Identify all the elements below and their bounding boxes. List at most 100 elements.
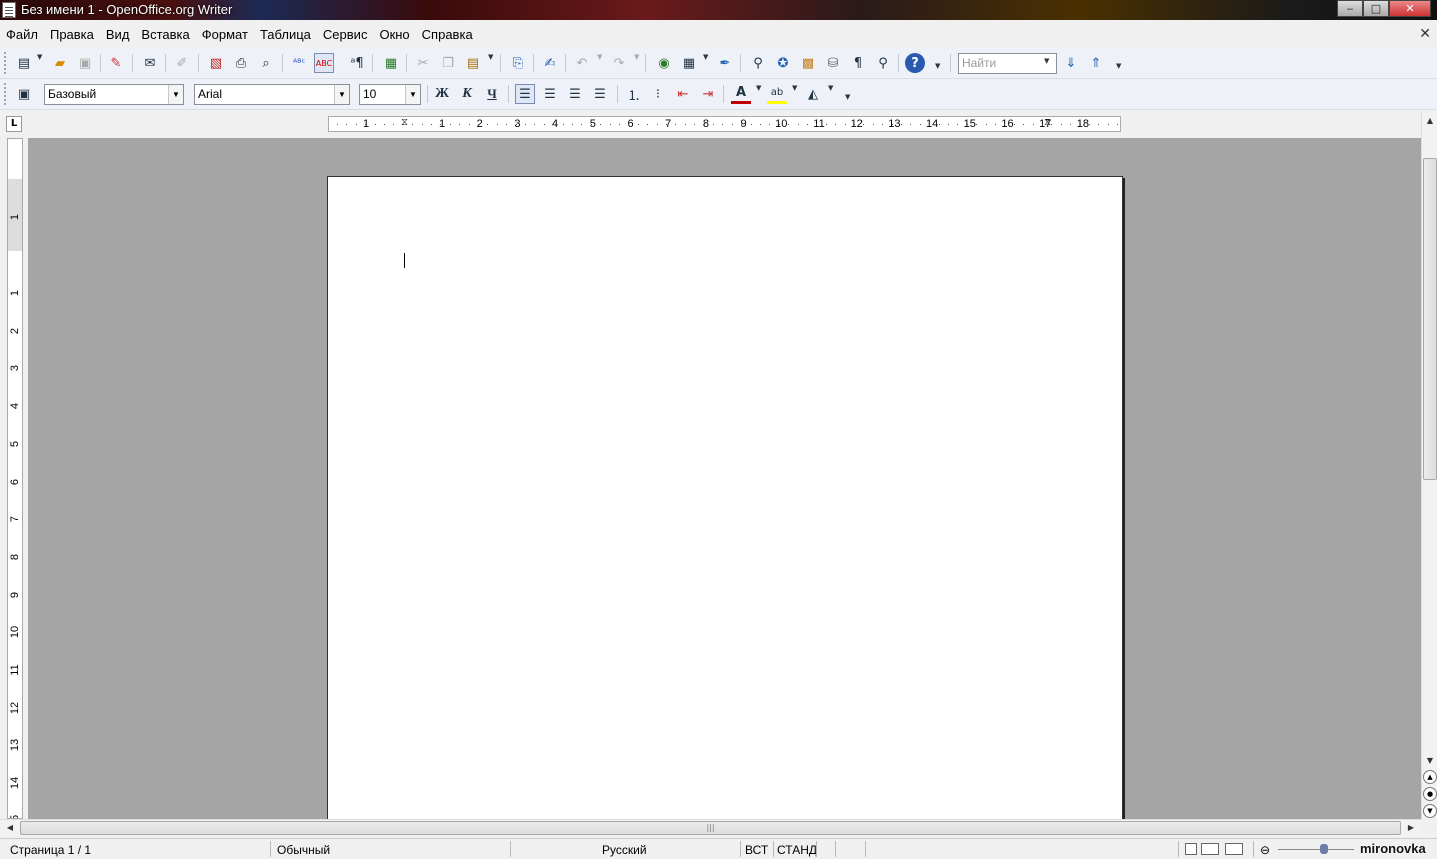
nonprinting-characters-icon[interactable]: ¶ bbox=[848, 53, 868, 73]
find-replace-icon[interactable]: ⚲ bbox=[748, 53, 768, 73]
redo-icon[interactable]: ↷ bbox=[609, 53, 629, 73]
zoom-slider-track[interactable] bbox=[1278, 849, 1354, 850]
navigation-icon[interactable]: ● bbox=[1423, 787, 1437, 801]
document-page[interactable] bbox=[327, 176, 1123, 819]
align-left-icon[interactable]: ☰ bbox=[515, 84, 535, 104]
align-justify-icon[interactable]: ☰ bbox=[590, 84, 610, 104]
page-preview-icon[interactable]: ⌕ bbox=[256, 53, 276, 73]
help-icon[interactable]: ? bbox=[905, 53, 925, 73]
chevron-down-icon[interactable]: ▼ bbox=[168, 85, 183, 104]
horizontal-scroll-thumb[interactable]: ||| bbox=[20, 821, 1401, 835]
maximize-button[interactable]: □ bbox=[1363, 0, 1389, 17]
chevron-down-icon[interactable]: ▼ bbox=[334, 85, 349, 104]
right-indent-marker-icon[interactable]: ⧖ bbox=[1044, 117, 1051, 128]
chevron-down-icon[interactable]: ▼ bbox=[828, 84, 833, 92]
chevron-down-icon[interactable]: ▼ bbox=[634, 53, 639, 61]
chevron-down-icon[interactable]: ▼ bbox=[405, 85, 420, 104]
page-count[interactable]: Страница 1 / 1 bbox=[10, 843, 91, 857]
menu-insert[interactable]: Вставка bbox=[141, 27, 189, 42]
zoom-slider-knob[interactable] bbox=[1320, 844, 1328, 854]
decrease-indent-icon[interactable]: ⇤ bbox=[673, 84, 693, 104]
scroll-left-icon[interactable]: ◀ bbox=[3, 821, 17, 835]
undo-icon[interactable]: ↶ bbox=[572, 53, 592, 73]
horizontal-scrollbar[interactable]: ◀ ||| ▶ bbox=[0, 819, 1421, 836]
new-document-icon[interactable]: ▤ bbox=[14, 53, 34, 73]
find-next-icon[interactable]: ⇓ bbox=[1061, 53, 1081, 73]
close-window-button[interactable]: ✕ bbox=[1389, 0, 1431, 17]
book-view-icon[interactable] bbox=[1225, 843, 1243, 855]
open-folder-icon[interactable]: ▰ bbox=[50, 53, 70, 73]
chevron-down-icon[interactable]: ▼ bbox=[37, 53, 42, 61]
spellcheck-icon[interactable]: ᴬᴮᶜ bbox=[289, 53, 309, 73]
vertical-scrollbar[interactable]: ▲ ▼ ▲ ● ▼ bbox=[1421, 112, 1437, 819]
menu-help[interactable]: Справка bbox=[422, 27, 473, 42]
previous-page-icon[interactable]: ▲ bbox=[1423, 770, 1437, 784]
close-document-icon[interactable]: ✕ bbox=[1419, 25, 1431, 42]
edit-file-icon[interactable]: ✐ bbox=[172, 53, 192, 73]
numbering-icon[interactable]: ⒈ bbox=[624, 84, 644, 104]
save-icon[interactable]: ▣ bbox=[75, 53, 95, 73]
scroll-right-icon[interactable]: ▶ bbox=[1404, 821, 1418, 835]
chevron-down-icon[interactable]: ▼ bbox=[703, 53, 708, 61]
font-color-icon[interactable]: A bbox=[731, 84, 751, 104]
font-size-select[interactable]: 10 ▼ bbox=[359, 84, 421, 105]
styles-formatting-icon[interactable]: ▣ bbox=[14, 84, 34, 104]
chevron-down-icon[interactable]: ▼ bbox=[597, 53, 602, 61]
bullets-icon[interactable]: ⁝ bbox=[648, 84, 668, 104]
document-language[interactable]: Русский bbox=[602, 843, 647, 857]
chevron-down-icon[interactable]: ▼ bbox=[488, 53, 493, 61]
toolbar-options-icon[interactable]: ▼ bbox=[935, 62, 940, 70]
table-icon[interactable]: ▦ bbox=[679, 53, 699, 73]
document-as-email-icon[interactable]: ✎ bbox=[106, 53, 126, 73]
background-color-icon[interactable]: ◭ bbox=[803, 84, 823, 104]
menu-table[interactable]: Таблица bbox=[260, 27, 311, 42]
hyperlink-navigator-icon[interactable]: ᵃ¶ bbox=[347, 53, 367, 73]
font-name-select[interactable]: Arial ▼ bbox=[194, 84, 350, 105]
draw-functions-icon[interactable]: ✒ bbox=[715, 53, 735, 73]
cut-icon[interactable]: ✂ bbox=[413, 53, 433, 73]
scroll-down-icon[interactable]: ▼ bbox=[1423, 754, 1437, 768]
align-center-icon[interactable]: ☰ bbox=[540, 84, 560, 104]
increase-indent-icon[interactable]: ⇥ bbox=[698, 84, 718, 104]
writer-app-icon[interactable] bbox=[2, 2, 16, 18]
toolbar-grip-icon[interactable] bbox=[4, 83, 10, 105]
edit-mode-icon[interactable]: ✉ bbox=[140, 53, 160, 73]
vertical-ruler[interactable]: 1123456789101112131415 bbox=[7, 138, 23, 819]
chevron-down-icon[interactable]: ▼ bbox=[792, 84, 797, 92]
tab-type-selector[interactable]: L bbox=[6, 116, 22, 132]
menu-format[interactable]: Формат bbox=[202, 27, 248, 42]
menu-edit[interactable]: Правка bbox=[50, 27, 94, 42]
autospellcheck-icon[interactable]: ABC bbox=[314, 53, 334, 73]
left-indent-marker-icon[interactable]: ⧖ bbox=[401, 117, 408, 128]
next-page-icon[interactable]: ▼ bbox=[1423, 804, 1437, 818]
clipboard-icon[interactable]: ⎘ bbox=[508, 53, 528, 73]
toolbar-grip-icon[interactable] bbox=[4, 52, 10, 74]
chevron-down-icon[interactable]: ▼ bbox=[756, 84, 761, 92]
navigator-icon[interactable]: ✪ bbox=[773, 53, 793, 73]
paragraph-style-select[interactable]: Базовый ▼ bbox=[44, 84, 184, 105]
gallery-icon[interactable]: ▩ bbox=[798, 53, 818, 73]
single-page-view-icon[interactable] bbox=[1185, 843, 1197, 855]
paste-icon[interactable]: ▤ bbox=[463, 53, 483, 73]
highlighting-icon[interactable]: ab bbox=[767, 84, 787, 104]
find-dropdown-icon[interactable]: ▼ bbox=[1044, 57, 1049, 65]
find-previous-icon[interactable]: ⇑ bbox=[1086, 53, 1106, 73]
vertical-scroll-thumb[interactable] bbox=[1423, 158, 1437, 480]
data-sources-icon[interactable]: ⛁ bbox=[823, 53, 843, 73]
menu-file[interactable]: Файл bbox=[6, 27, 38, 42]
menu-window[interactable]: Окно bbox=[379, 27, 409, 42]
zoom-out-icon[interactable]: ⊖ bbox=[1260, 843, 1270, 857]
selection-mode[interactable]: СТАНД bbox=[777, 843, 817, 857]
menu-view[interactable]: Вид bbox=[106, 27, 130, 42]
underline-button[interactable]: Ч bbox=[482, 84, 502, 104]
bold-button[interactable]: Ж bbox=[432, 84, 452, 104]
find-input[interactable]: Найти bbox=[958, 53, 1057, 74]
clone-formatting-icon[interactable]: ✍ bbox=[540, 53, 560, 73]
export-pdf-icon[interactable]: ▧ bbox=[206, 53, 226, 73]
minimize-button[interactable]: ‒ bbox=[1337, 0, 1363, 17]
multi-page-view-icon[interactable] bbox=[1201, 843, 1219, 855]
zoom-icon[interactable]: ⚲ bbox=[873, 53, 893, 73]
menu-tools[interactable]: Сервис bbox=[323, 27, 368, 42]
insert-mode[interactable]: ВСТ bbox=[745, 843, 768, 857]
hyperlink-icon[interactable]: ◉ bbox=[654, 53, 674, 73]
